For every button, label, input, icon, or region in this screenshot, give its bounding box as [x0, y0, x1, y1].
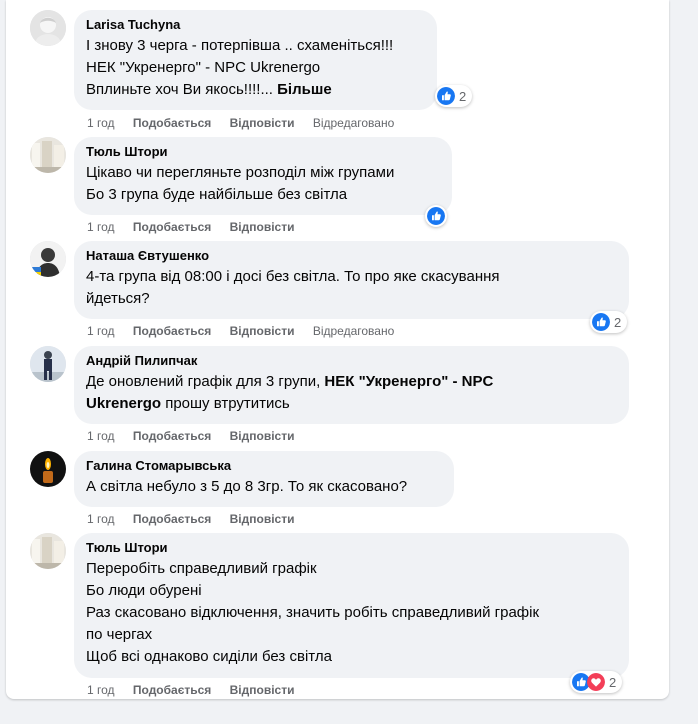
avatar[interactable] [30, 533, 66, 569]
comment-actions: 1 год Подобається Відповісти [87, 682, 309, 698]
reaction-summary[interactable]: 2 [435, 85, 473, 107]
like-icon [437, 87, 455, 105]
comment-actions: 1 год Подобається Відповісти Відредагова… [87, 323, 409, 339]
comment-author[interactable]: Наташа Євтушенко [86, 248, 617, 264]
reply-button[interactable]: Відповісти [230, 220, 295, 234]
comment-bubble: Наташа Євтушенко 4-та група від 08:00 і … [74, 241, 629, 319]
comment-bubble: Галина Стомарывська А світла небуло з 5 … [74, 451, 454, 507]
comment-time[interactable]: 1 год [87, 116, 115, 130]
like-icon [592, 313, 610, 331]
avatar[interactable] [30, 241, 66, 277]
comment-text-line: Цікаво чи перегляньте розподіл між група… [86, 164, 395, 181]
reaction-count: 2 [614, 314, 622, 330]
comment-text-line: Щоб всі однаково сиділи без світла [86, 648, 332, 665]
comment-text-line: по чергах [86, 626, 153, 643]
comment-text-line: йдеться? [86, 290, 150, 307]
reaction-count: 2 [609, 674, 617, 690]
comment-author[interactable]: Андрій Пилипчак [86, 353, 617, 369]
comment-text-line: А світла небуло з 5 до 8 3гр. То як скас… [86, 478, 408, 495]
reaction-count: 2 [459, 88, 467, 104]
comment-text-line: І знову 3 черга - потерпівша .. схаменіт… [86, 37, 394, 54]
like-button[interactable]: Подобається [133, 116, 211, 130]
comment-author[interactable]: Тюль Штори [86, 540, 617, 556]
comment-time[interactable]: 1 год [87, 512, 115, 526]
reply-button[interactable]: Відповісти [230, 116, 295, 130]
reply-button[interactable]: Відповісти [230, 429, 295, 443]
like-button[interactable]: Подобається [133, 683, 211, 697]
reaction-summary[interactable]: 2 [590, 311, 628, 333]
like-button[interactable]: Подобається [133, 512, 211, 526]
like-button[interactable]: Подобається [133, 429, 211, 443]
comment-text-line: Бо люди обурені [86, 582, 202, 599]
avatar[interactable] [30, 137, 66, 173]
comment-bubble: Тюль Штори Цікаво чи перегляньте розподі… [74, 137, 452, 215]
comment-text-line: Раз скасовано відключення, значить робіт… [86, 604, 540, 621]
like-button[interactable]: Подобається [133, 220, 211, 234]
comment-time[interactable]: 1 год [87, 429, 115, 443]
comment-text-line: Вплиньте хоч Ви якось!!!!... [86, 81, 273, 98]
comment-bubble: Тюль Штори Переробіть справедливий графі… [74, 533, 629, 678]
comment-actions: 1 год Подобається Відповісти [87, 428, 309, 444]
comment-actions: 1 год Подобається Відповісти [87, 219, 309, 235]
avatar[interactable] [30, 451, 66, 487]
comment-bubble: Андрій Пилипчак Де оновлений графік для … [74, 346, 629, 424]
comment-author[interactable]: Larisa Tuchyna [86, 17, 425, 33]
mention-link[interactable]: НЕК "Укренерго" - NPC [324, 373, 493, 390]
edited-label: Відредаговано [312, 324, 395, 338]
comments-panel: Larisa Tuchyna І знову 3 черга - потерпі… [6, 0, 669, 699]
comment-author[interactable]: Галина Стомарывська [86, 458, 442, 474]
comment-bubble: Larisa Tuchyna І знову 3 черга - потерпі… [74, 10, 437, 110]
love-icon [587, 673, 605, 691]
reaction-summary[interactable] [425, 205, 447, 227]
reply-button[interactable]: Відповісти [230, 324, 295, 338]
comment-text-line: 4-та група від 08:00 і досі без світла. … [86, 268, 500, 285]
see-more-link[interactable]: Більше [277, 81, 332, 98]
comment-actions: 1 год Подобається Відповісти [87, 511, 309, 527]
comment-time[interactable]: 1 год [87, 324, 115, 338]
like-button[interactable]: Подобається [133, 324, 211, 338]
comment-actions: 1 год Подобається Відповісти Відредагова… [87, 115, 409, 131]
comment-text-line: Переробіть справедливий графік [86, 560, 317, 577]
comment-author[interactable]: Тюль Штори [86, 144, 440, 160]
comment-text-line: НЕК "Укренерго" - NPC Ukrenergo [86, 59, 321, 76]
avatar[interactable] [30, 346, 66, 382]
comment-text-line: Де оновлений графік для 3 групи, [86, 373, 325, 390]
reply-button[interactable]: Відповісти [230, 683, 295, 697]
comment-text-line: Бо 3 група буде найбільше без світла [86, 186, 348, 203]
comment-text-line: прошу втрутитись [161, 395, 290, 412]
avatar[interactable] [30, 10, 66, 46]
mention-link[interactable]: Ukrenergo [86, 395, 161, 412]
comment-time[interactable]: 1 год [87, 683, 115, 697]
like-icon [427, 207, 445, 225]
reply-button[interactable]: Відповісти [230, 512, 295, 526]
edited-label: Відредаговано [312, 116, 395, 130]
comment-time[interactable]: 1 год [87, 220, 115, 234]
reaction-summary[interactable]: 2 [570, 671, 623, 693]
